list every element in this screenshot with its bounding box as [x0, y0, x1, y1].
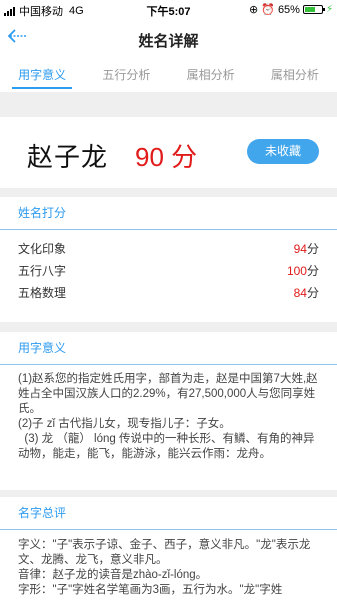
score-label: 文化印象 [18, 242, 67, 256]
meaning-title: 用字意义 [0, 332, 337, 365]
person-name: 赵子龙 [27, 142, 109, 172]
tab-five-elements[interactable]: 五行分析 [84, 60, 168, 92]
meaning-paragraph: (2)子 zǐ 古代指儿女，现专指儿子：子女。 [18, 418, 231, 430]
summary-paragraph: 字形："子"字姓名学笔画为3画，五行为水。"龙"字姓 [18, 584, 283, 596]
meaning-section: 用字意义 (1)赵系您的指定姓氏用字，部首为走，赵是中国第7大姓,赵姓占全中国汉… [0, 332, 337, 490]
name-card: 赵子龙 90 分 未收藏 [0, 117, 337, 188]
collect-button[interactable]: 未收藏 [247, 139, 319, 164]
scoring-section: 姓名打分 文化印象 94分 五行八字 100分 五格数理 84分 [0, 197, 337, 322]
summary-section: 名字总评 字义："子"表示子谅、金子、西子，意义非凡。"龙"表示龙文、龙腾、龙飞… [0, 497, 337, 601]
summary-paragraph: 字义："子"表示子谅、金子、西子，意义非凡。"龙"表示龙文、龙腾、龙飞，意义非凡… [18, 539, 311, 566]
score-label: 五行八字 [18, 264, 67, 278]
alarm-icon: ⏰ [261, 4, 275, 16]
nav-bar: 姓名详解 [0, 18, 337, 60]
charging-icon: ⚡ [325, 4, 333, 15]
score-unit: 分 [306, 286, 319, 300]
score-unit: 分 [306, 264, 319, 278]
score-row-numerology: 五格数理 84分 [18, 282, 319, 304]
score-row-bazi: 五行八字 100分 [18, 260, 319, 282]
tab-zodiac-analysis[interactable]: 属相分析 [169, 60, 253, 92]
status-bar: 中国移动 4G 下午5:07 ⊕ ⏰ 65% ⚡ [0, 0, 337, 18]
status-right: ⊕ ⏰ 65% ⚡ [246, 3, 333, 17]
score-value: 94 [293, 242, 307, 256]
meaning-paragraph: (3) 龙 （龍） lóng 传说中的一种长形、有鳞、有角的神异动物，能走，能飞… [18, 433, 315, 460]
battery-percent: 65% [277, 3, 300, 16]
score-unit: 分 [306, 242, 319, 256]
battery-fill [304, 7, 316, 12]
tab-zodiac-analysis-2[interactable]: 属相分析 [253, 60, 337, 92]
orientation-lock-icon: ⊕ [249, 4, 259, 16]
score-value: 100 [286, 264, 307, 278]
battery-icon [302, 5, 325, 14]
score-value: 84 [293, 286, 307, 300]
scoring-title: 姓名打分 [0, 197, 337, 230]
total-score: 90 分 [135, 142, 198, 172]
summary-paragraph: 音律：赵子龙的读音是zhào-zǐ-lóng。 [18, 569, 208, 581]
tab-character-meaning[interactable]: 用字意义 [0, 60, 84, 92]
summary-title: 名字总评 [0, 497, 337, 530]
meaning-paragraph: (1)赵系您的指定姓氏用字，部首为走，赵是中国第7大姓,赵姓占全中国汉族人口的2… [18, 373, 318, 415]
page-title: 姓名详解 [138, 33, 199, 50]
score-label: 五格数理 [18, 286, 67, 300]
score-row-culture: 文化印象 94分 [18, 238, 319, 260]
tab-bar: 用字意义 五行分析 属相分析 属相分析 [0, 60, 337, 92]
